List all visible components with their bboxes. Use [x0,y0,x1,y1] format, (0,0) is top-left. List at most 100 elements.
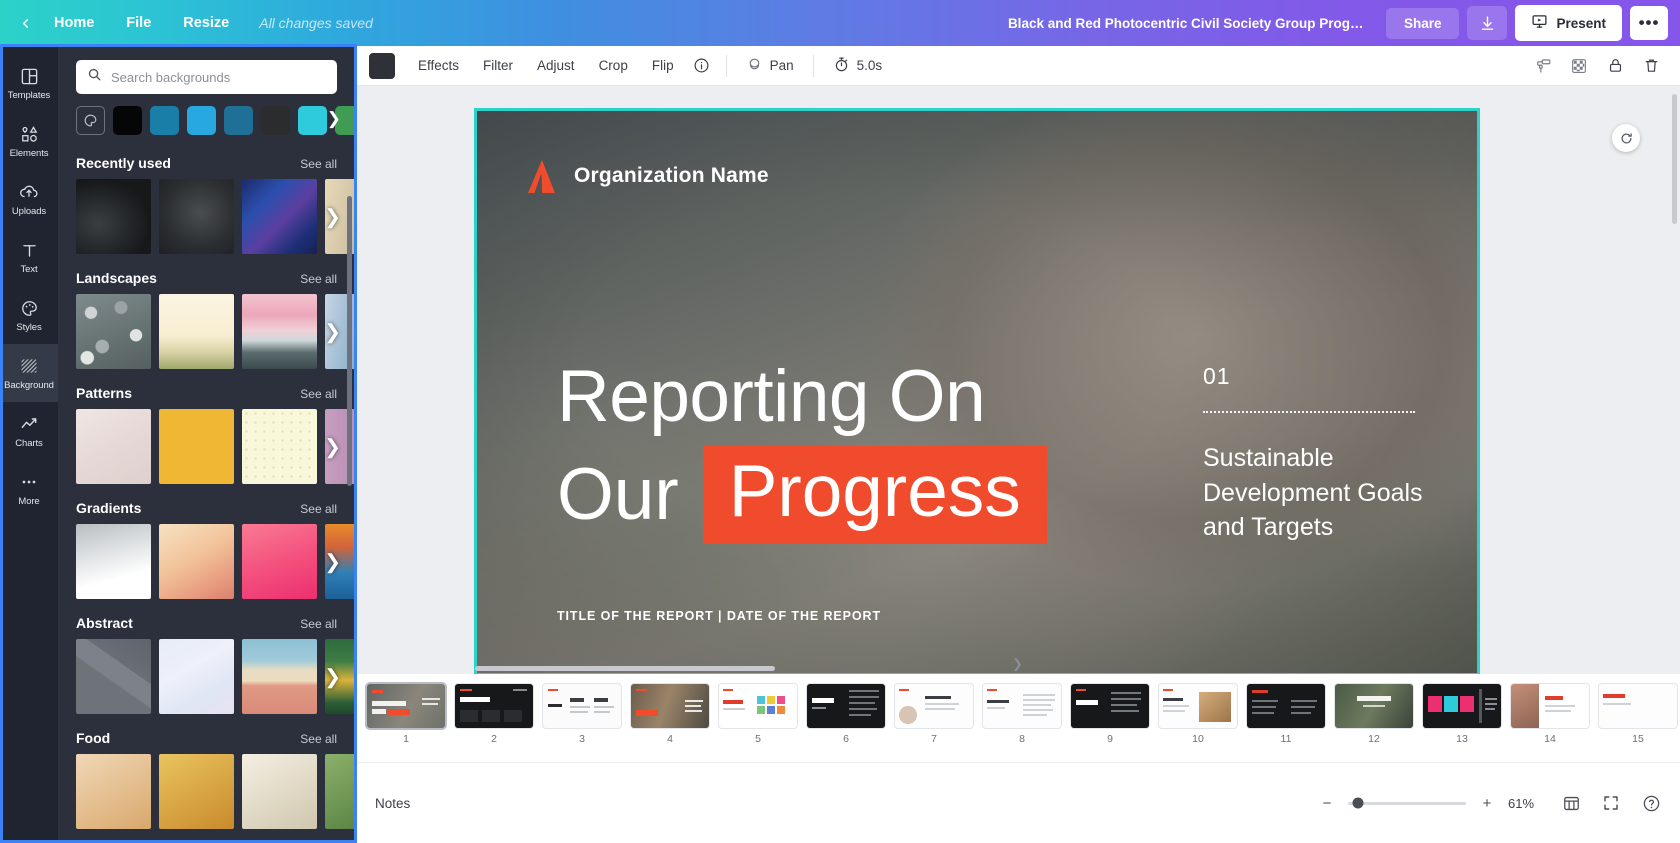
menu-resize[interactable]: Resize [167,9,245,37]
list-item[interactable]: 9 [1071,684,1149,745]
sidebar-item-more[interactable]: More [0,460,58,518]
list-item[interactable]: 2 [455,684,533,745]
slide-thumbnail-7[interactable] [895,684,973,728]
share-button[interactable]: Share [1385,7,1460,39]
sidebar-item-elements[interactable]: Elements [0,112,58,170]
slide-canvas[interactable]: Organization Name Reporting On Our Progr… [474,108,1480,674]
row-next-recently-used[interactable]: ❯ [324,204,341,229]
list-item[interactable]: 13 [1423,684,1501,745]
row-next-patterns[interactable]: ❯ [324,434,341,459]
transparency-grid-icon[interactable] [1564,51,1594,81]
thumb-peach[interactable] [159,524,234,599]
see-all-abstract[interactable]: See all [300,617,337,631]
zoom-slider[interactable] [1348,797,1466,809]
trash-icon[interactable] [1636,51,1666,81]
grid-view-icon[interactable] [1558,790,1584,816]
list-item[interactable]: 14 [1511,684,1589,745]
see-all-recently-used[interactable]: See all [300,157,337,171]
pan-button[interactable]: Pan [736,50,804,82]
slide-thumbnail-6[interactable] [807,684,885,728]
info-circle-icon[interactable] [687,51,717,81]
list-item[interactable]: 10 [1159,684,1237,745]
list-item[interactable]: 5 [719,684,797,745]
present-button[interactable]: Present [1515,5,1622,41]
swatch-cyan[interactable] [298,106,327,135]
sidebar-item-charts[interactable]: Charts [0,402,58,460]
thumb-field-cream[interactable] [159,294,234,369]
list-item[interactable]: 4 [631,684,709,745]
swatch-teal-dark[interactable] [150,106,179,135]
slide-thumbnail-12[interactable] [1335,684,1413,728]
list-item[interactable]: 11 [1247,684,1325,745]
row-next-gradients[interactable]: ❯ [324,549,341,574]
zoom-in-button[interactable]: + [1480,795,1494,812]
thumb-pink-mountains[interactable] [242,294,317,369]
paint-roller-icon[interactable] [1528,51,1558,81]
thumb-food-4[interactable] [325,754,355,829]
row-next-abstract[interactable]: ❯ [324,664,341,689]
slide-thumbnail-3[interactable] [543,684,621,728]
sidebar-item-templates[interactable]: Templates [0,54,58,112]
sidebar-item-uploads[interactable]: Uploads [0,170,58,228]
row-next-landscapes[interactable]: ❯ [324,319,341,344]
timer-button[interactable]: 5.0s [823,50,893,82]
slide-thumbnail-5[interactable] [719,684,797,728]
thumb-blue-confetti[interactable] [242,179,317,254]
sidebar-item-text[interactable]: Text [0,228,58,286]
slide-thumbnail-4[interactable] [631,684,709,728]
slide-thumbnail-2[interactable] [455,684,533,728]
thumb-pink-hot[interactable] [242,524,317,599]
list-item[interactable]: 15 [1599,684,1677,745]
thumb-food-2[interactable] [159,754,234,829]
slide-filmstrip[interactable]: 1 2 3 4 5 6 7 8 9 10 11 12 13 14 15 [355,674,1680,762]
slide-thumbnail-13[interactable] [1423,684,1501,728]
thumb-lavender-mist[interactable] [159,639,234,714]
swatch-blue-steel[interactable] [224,106,253,135]
menu-file[interactable]: File [110,9,167,37]
filter-button[interactable]: Filter [472,52,524,79]
slide-thumbnail-1[interactable] [367,684,445,728]
chevron-right-icon[interactable]: ❯ [327,109,341,129]
list-item[interactable]: 3 [543,684,621,745]
thumb-blush-paper[interactable] [76,409,151,484]
chevron-down-icon[interactable]: ❯ [1012,656,1023,672]
flip-button[interactable]: Flip [641,52,685,79]
search-box[interactable] [76,60,337,94]
canvas-area[interactable]: Organization Name Reporting On Our Progr… [355,86,1680,674]
download-icon[interactable] [1467,6,1508,40]
crop-button[interactable]: Crop [588,52,639,79]
swatch-charcoal[interactable] [261,106,290,135]
rotate-handle-icon[interactable] [1612,124,1640,152]
zoom-out-button[interactable]: − [1320,795,1334,812]
slide-thumbnail-9[interactable] [1071,684,1149,728]
list-item[interactable]: 7 [895,684,973,745]
list-item[interactable]: 12 [1335,684,1413,745]
effects-button[interactable]: Effects [407,52,470,79]
list-item[interactable]: 1 [367,684,445,745]
slide-thumbnail-8[interactable] [983,684,1061,728]
slide-thumbnail-10[interactable] [1159,684,1237,728]
slide-thumbnail-15[interactable] [1599,684,1677,728]
color-picker-swatch[interactable] [76,106,105,135]
swatch-blue-bright[interactable] [187,106,216,135]
document-title[interactable]: Black and Red Photocentric Civil Society… [1008,16,1378,31]
thumb-dark-texture[interactable] [76,179,151,254]
see-all-gradients[interactable]: See all [300,502,337,516]
lock-icon[interactable] [1600,51,1630,81]
menu-home[interactable]: Home [38,9,110,37]
fullscreen-icon[interactable] [1598,790,1624,816]
thumb-desert-sky[interactable] [242,639,317,714]
see-all-patterns[interactable]: See all [300,387,337,401]
slide-thumbnail-11[interactable] [1247,684,1325,728]
thumb-food-1[interactable] [76,754,151,829]
panel-scrollbar[interactable] [347,196,352,486]
chevron-left-icon[interactable] [12,10,38,36]
sidebar-item-styles[interactable]: Styles [0,286,58,344]
thumb-grey-white[interactable] [76,524,151,599]
thumb-mustard[interactable] [159,409,234,484]
thumb-grey-smoke[interactable] [159,179,234,254]
list-item[interactable]: 6 [807,684,885,745]
notes-button[interactable]: Notes [371,790,414,817]
adjust-button[interactable]: Adjust [526,52,586,79]
thumb-pebbles[interactable] [76,294,151,369]
